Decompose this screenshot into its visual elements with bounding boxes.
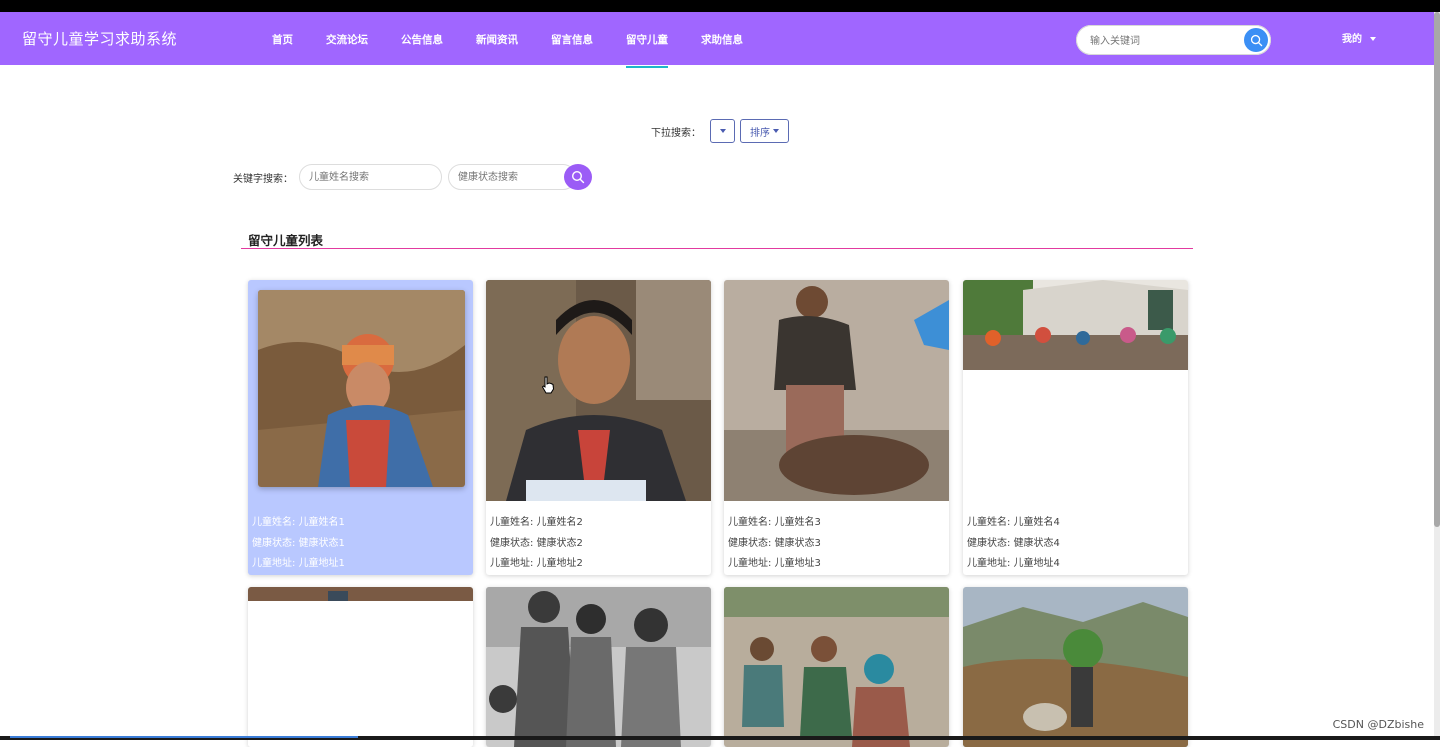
nav-search-box (1076, 25, 1271, 55)
dropdown-filter-row: 下拉搜索： 排序 (651, 118, 789, 144)
child-address: 儿童地址: 儿童地址2 (490, 558, 583, 569)
child-photo (963, 280, 1188, 370)
section-title: 留守儿童列表 (248, 233, 324, 248)
child-name: 儿童姓名: 儿童姓名2 (490, 517, 583, 528)
user-menu[interactable]: 我的 (1342, 12, 1376, 65)
sort-dropdown[interactable]: 排序 (740, 119, 789, 143)
child-card[interactable]: 儿童姓名: 儿童姓名2 健康状态: 健康状态2 儿童地址: 儿童地址2 (486, 280, 711, 575)
child-health: 健康状态: 健康状态3 (728, 537, 821, 549)
child-card[interactable] (486, 587, 711, 747)
child-info: 儿童姓名: 儿童姓名1 健康状态: 健康状态1 儿童地址: 儿童地址1 (252, 513, 345, 575)
watermark: CSDN @DZbishe (1332, 718, 1424, 731)
nav-messages[interactable]: 留言信息 (551, 12, 593, 65)
child-health: 健康状态: 健康状态2 (490, 537, 583, 549)
user-menu-label: 我的 (1342, 34, 1362, 45)
nav-forum[interactable]: 交流论坛 (326, 12, 368, 65)
child-card[interactable] (963, 587, 1188, 747)
child-health: 健康状态: 健康状态4 (967, 537, 1060, 549)
nav-announcements[interactable]: 公告信息 (401, 12, 443, 65)
scrollbar-thumb[interactable] (1434, 12, 1440, 527)
child-address: 儿童地址: 儿童地址1 (252, 558, 345, 569)
section-divider (241, 248, 1193, 249)
filter-dropdown[interactable] (710, 119, 735, 143)
child-card[interactable] (724, 587, 949, 747)
child-photo (248, 587, 473, 747)
window-top-bar (0, 0, 1440, 12)
health-status-search-input[interactable] (448, 164, 576, 190)
nav-search-input[interactable] (1088, 31, 1232, 51)
main-nav: 首页 交流论坛 公告信息 新闻资讯 留言信息 留守儿童 求助信息 (272, 12, 776, 68)
child-card[interactable]: 儿童姓名: 儿童姓名4 健康状态: 健康状态4 儿童地址: 儿童地址4 (963, 280, 1188, 575)
child-info: 儿童姓名: 儿童姓名4 健康状态: 健康状态4 儿童地址: 儿童地址4 (967, 513, 1060, 575)
child-photo (486, 587, 711, 747)
child-name-search-input[interactable] (299, 164, 442, 190)
child-photo (724, 280, 949, 501)
app-title: 留守儿童学习求助系统 (22, 30, 178, 48)
child-address: 儿童地址: 儿童地址4 (967, 558, 1060, 569)
child-info: 儿童姓名: 儿童姓名2 健康状态: 健康状态2 儿童地址: 儿童地址2 (490, 513, 583, 575)
keyword-search-row: 关键字搜索： (233, 164, 592, 190)
chevron-down-icon (1370, 37, 1376, 41)
child-info: 儿童姓名: 儿童姓名3 健康状态: 健康状态3 儿童地址: 儿童地址3 (728, 513, 821, 575)
nav-search-button[interactable] (1244, 28, 1268, 52)
top-navbar: 留守儿童学习求助系统 首页 交流论坛 公告信息 新闻资讯 留言信息 留守儿童 求… (0, 12, 1440, 68)
child-name: 儿童姓名: 儿童姓名3 (728, 517, 821, 528)
nav-home[interactable]: 首页 (272, 12, 293, 65)
child-card[interactable] (248, 587, 473, 747)
chevron-down-icon (719, 129, 726, 133)
taskbar-progress (10, 736, 358, 738)
hand-pointer-icon (541, 376, 555, 394)
search-icon (1250, 34, 1262, 46)
child-photo (486, 280, 711, 501)
child-photo (724, 587, 949, 747)
child-name: 儿童姓名: 儿童姓名4 (967, 517, 1060, 528)
keyword-search-label: 关键字搜索： (233, 173, 293, 185)
child-card[interactable]: 儿童姓名: 儿童姓名3 健康状态: 健康状态3 儿童地址: 儿童地址3 (724, 280, 949, 575)
nav-left-behind-children[interactable]: 留守儿童 (626, 12, 668, 68)
child-health: 健康状态: 健康状态1 (252, 537, 345, 549)
child-photo (258, 290, 465, 487)
keyword-search-button[interactable] (564, 164, 592, 190)
taskbar (0, 736, 1440, 740)
child-name: 儿童姓名: 儿童姓名1 (252, 517, 345, 528)
nav-help-requests[interactable]: 求助信息 (701, 12, 743, 65)
dropdown-filter-label: 下拉搜索： (651, 127, 701, 139)
nav-news[interactable]: 新闻资讯 (476, 12, 518, 65)
page-scrollbar[interactable] (1434, 12, 1440, 740)
sort-dropdown-label: 排序 (750, 127, 770, 139)
search-icon (571, 170, 585, 184)
child-card[interactable]: 儿童姓名: 儿童姓名1 健康状态: 健康状态1 儿童地址: 儿童地址1 (248, 280, 473, 575)
child-photo (963, 587, 1188, 747)
child-address: 儿童地址: 儿童地址3 (728, 558, 821, 569)
chevron-down-icon (773, 129, 779, 133)
